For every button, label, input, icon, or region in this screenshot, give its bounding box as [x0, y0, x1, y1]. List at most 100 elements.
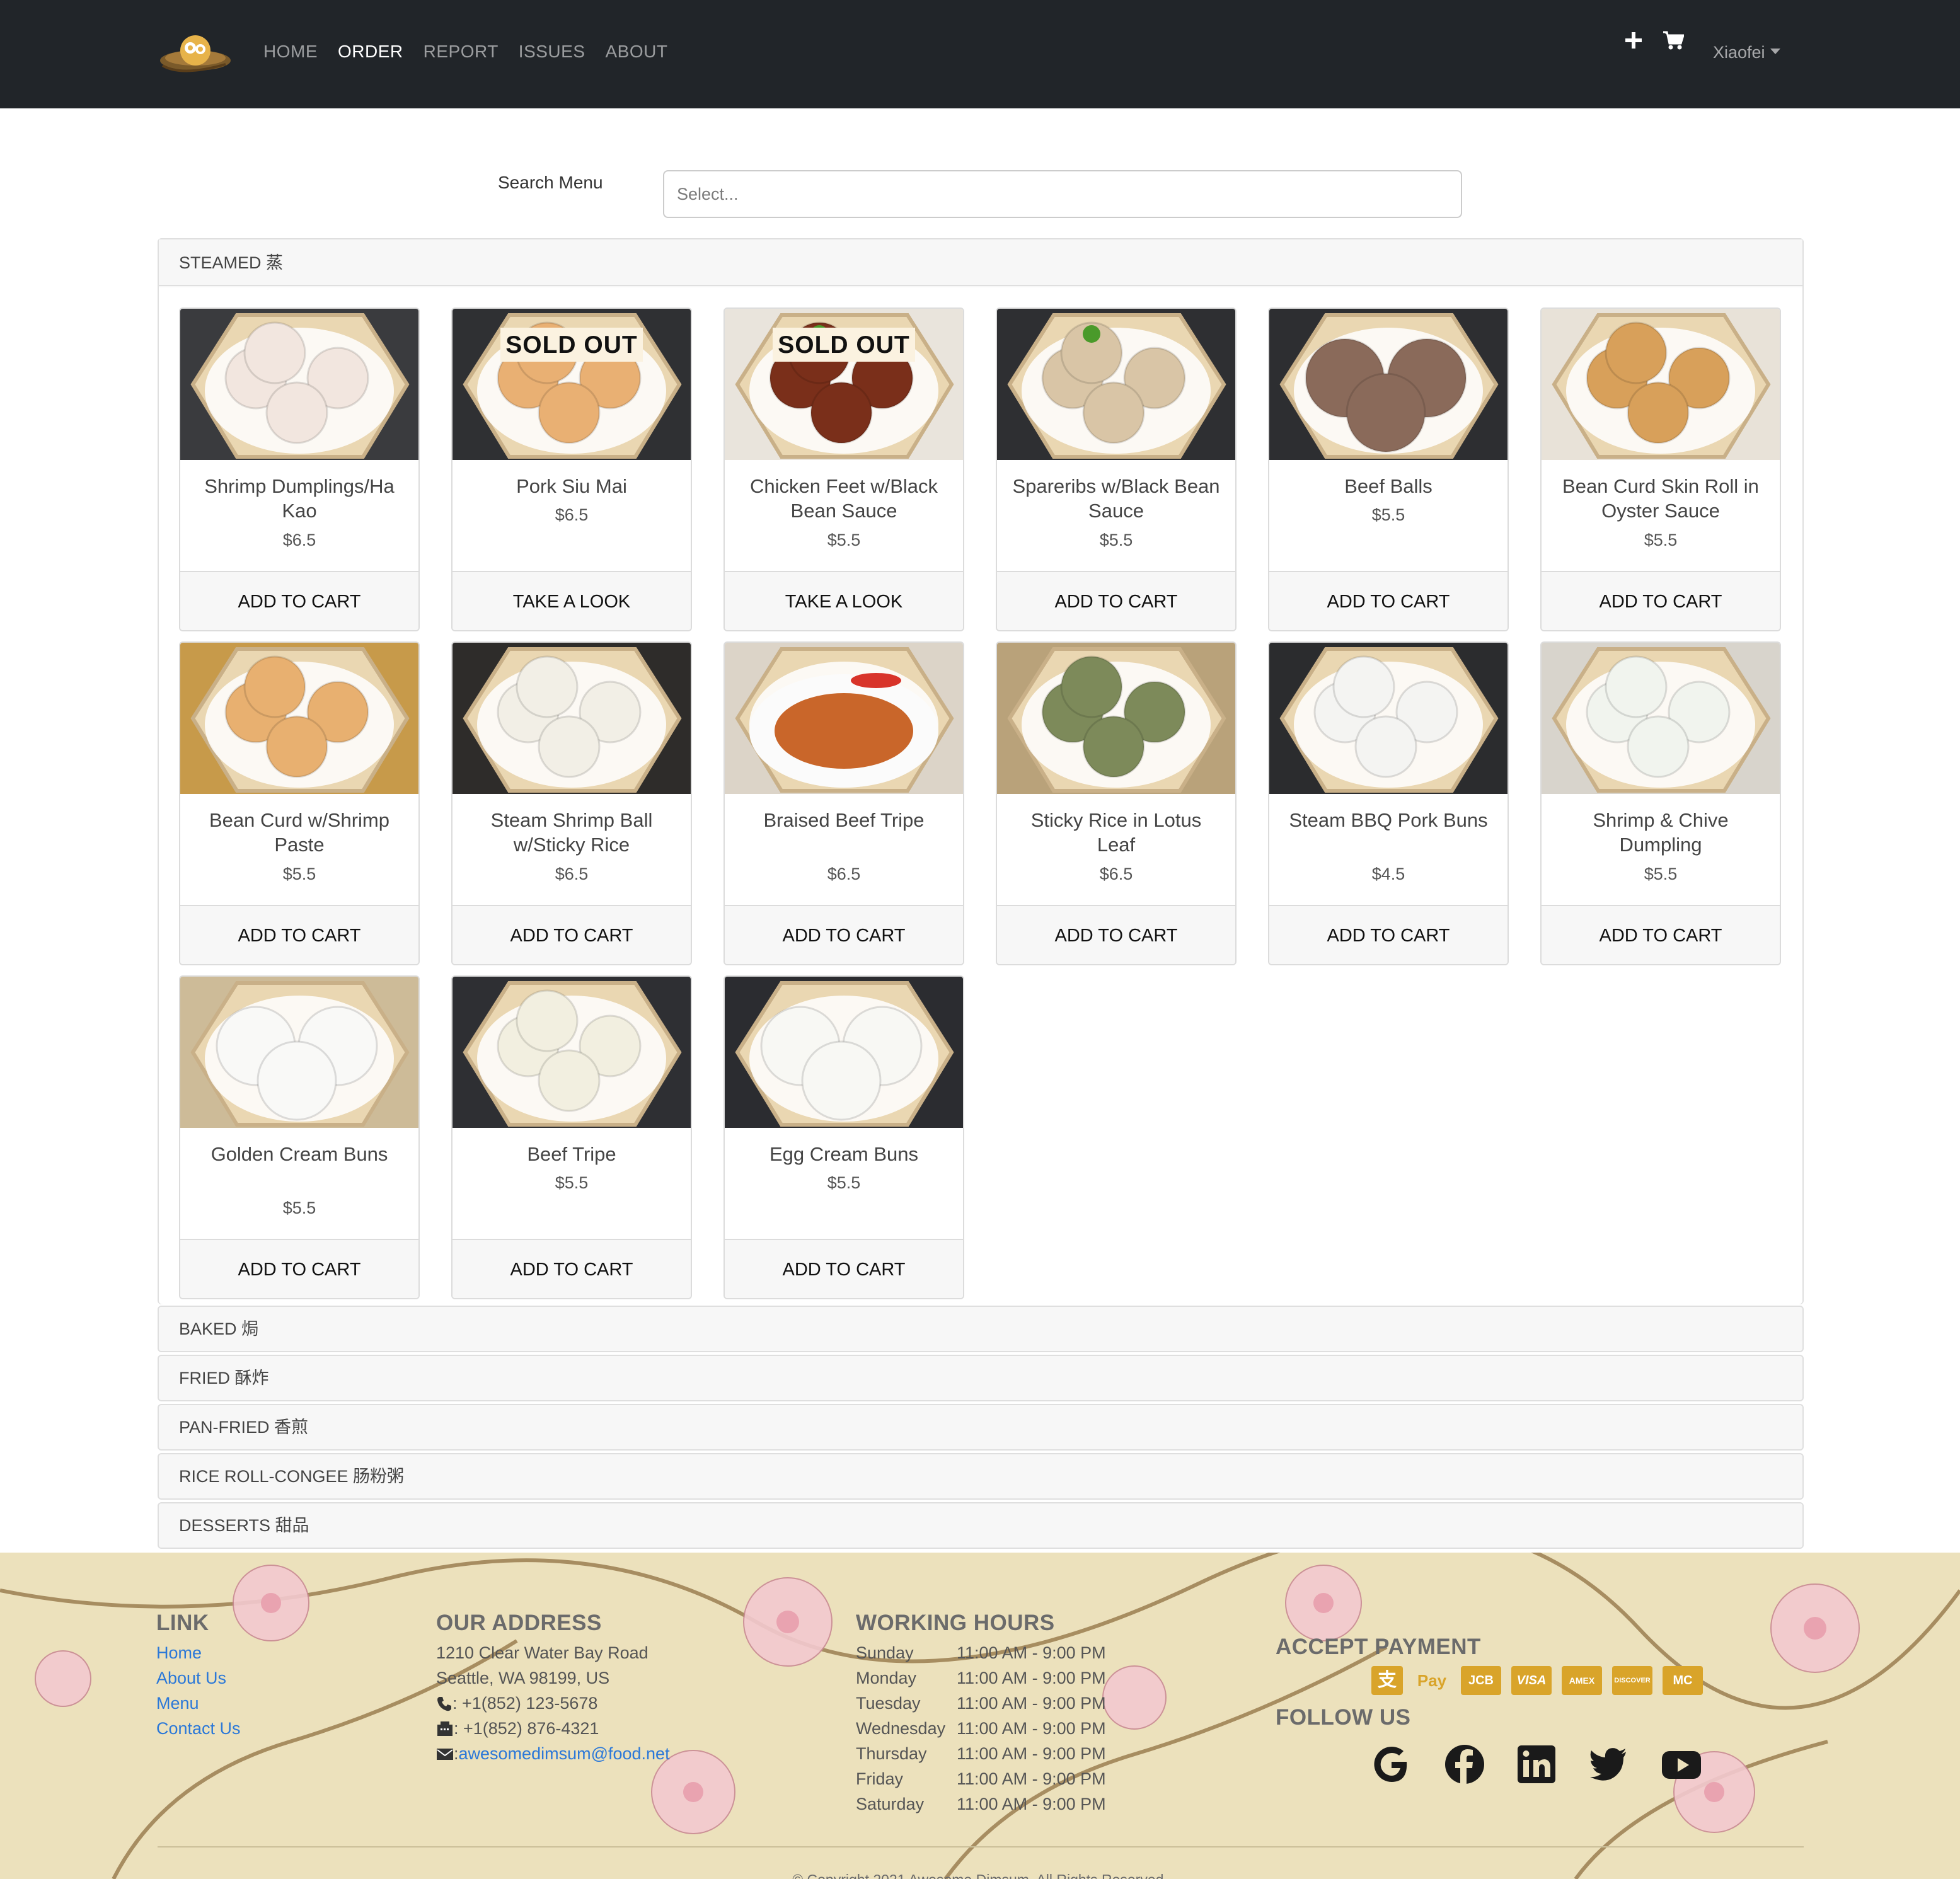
nav-report[interactable]: REPORT	[424, 42, 499, 62]
add-to-cart-button[interactable]: ADD TO CART	[1269, 571, 1507, 630]
alipay-icon: 支	[1371, 1666, 1403, 1695]
nav-about[interactable]: ABOUT	[606, 42, 668, 62]
food-photo[interactable]	[1269, 643, 1507, 794]
take-a-look-button[interactable]: TAKE A LOOK	[725, 571, 963, 630]
item-price: $5.5	[827, 531, 861, 549]
food-photo[interactable]	[725, 643, 963, 794]
twitter-icon[interactable]	[1587, 1743, 1630, 1786]
footer-link-heading: LINK	[156, 1611, 209, 1635]
nav-issues[interactable]: ISSUES	[519, 42, 585, 62]
menu-item-card: Sticky Rice in Lotus Leaf $6.5 ADD TO CART	[996, 641, 1237, 965]
item-price: $5.5	[555, 1173, 589, 1192]
amex-icon: AMEX	[1562, 1666, 1602, 1695]
item-price: $6.5	[827, 865, 861, 883]
nav-order[interactable]: ORDER	[338, 42, 403, 62]
food-photo[interactable]	[180, 643, 418, 794]
food-photo[interactable]	[1269, 309, 1507, 460]
section-header-baked[interactable]: BAKED 焗	[158, 1306, 1804, 1352]
section-header-steamed[interactable]: STEAMED 蒸	[159, 239, 1802, 286]
section-header-fried[interactable]: FRIED 酥炸	[158, 1355, 1804, 1401]
navbar: HOME ORDER REPORT ISSUES ABOUT Xiaofei	[0, 0, 1960, 108]
food-photo[interactable]	[453, 977, 691, 1128]
item-name: Pork Siu Mai	[516, 475, 627, 497]
discover-icon: DISCOVER	[1612, 1666, 1652, 1695]
food-photo[interactable]	[180, 309, 418, 460]
add-to-cart-button[interactable]: ADD TO CART	[1269, 905, 1507, 964]
food-photo[interactable]	[180, 977, 418, 1128]
logo-icon[interactable]	[156, 28, 232, 81]
add-to-cart-button[interactable]: ADD TO CART	[1542, 571, 1780, 630]
phone-number: : +1(852) 123-5678	[453, 1694, 598, 1713]
add-to-cart-button[interactable]: ADD TO CART	[725, 1239, 963, 1298]
food-photo[interactable]	[1542, 643, 1780, 794]
item-price: $5.5	[827, 1173, 861, 1192]
add-to-cart-button[interactable]: ADD TO CART	[180, 1239, 418, 1298]
payment-heading: ACCEPT PAYMENT	[1276, 1635, 1481, 1659]
menu-item-card: Braised Beef Tripe $6.5 ADD TO CART	[723, 641, 964, 965]
footer-link-about[interactable]: About Us	[156, 1669, 226, 1688]
sold-out-badge: SOLD OUT	[773, 328, 915, 362]
food-photo[interactable]	[997, 643, 1235, 794]
menu-item-card: Golden Cream Buns $5.5 ADD TO CART	[179, 975, 420, 1299]
hours-day: Tuesday	[856, 1694, 921, 1713]
menu-item-card: SOLD OUT Chicken Feet w/Black Bean Sauce $…	[723, 307, 964, 631]
envelope-icon	[437, 1748, 453, 1760]
item-price: $5.5	[282, 865, 316, 883]
hours-time: 11:00 AM - 9:00 PM	[957, 1643, 1106, 1662]
user-menu[interactable]: Xiaofei	[1713, 43, 1780, 62]
add-to-cart-button[interactable]: ADD TO CART	[453, 905, 691, 964]
hours-day: Friday	[856, 1769, 904, 1788]
hours-day: Monday	[856, 1669, 917, 1687]
item-price: $5.5	[1371, 505, 1405, 524]
section-header-rice-roll[interactable]: RICE ROLL-CONGEE 肠粉粥	[158, 1453, 1804, 1500]
search-select[interactable]: Select...	[663, 170, 1462, 218]
cart-icon[interactable]	[1663, 30, 1684, 50]
add-to-cart-button[interactable]: ADD TO CART	[1542, 905, 1780, 964]
item-name: Spareribs w/Black Bean Sauce	[1012, 475, 1220, 522]
facebook-icon[interactable]	[1443, 1743, 1486, 1786]
add-to-cart-button[interactable]: ADD TO CART	[997, 905, 1235, 964]
item-name: Shrimp Dumplings/Ha Kao	[204, 475, 395, 522]
menu-item-card: Beef Balls $5.5 ADD TO CART	[1268, 307, 1509, 631]
linkedin-icon[interactable]	[1515, 1743, 1558, 1786]
copyright: © Copyright 2021 Awesome Dimsum. All Rig…	[0, 1871, 1960, 1879]
address-line-1: 1210 Clear Water Bay Road	[436, 1643, 649, 1662]
item-price: $6.5	[1099, 865, 1133, 883]
add-to-cart-button[interactable]: ADD TO CART	[180, 905, 418, 964]
item-name: Beef Balls	[1344, 475, 1433, 497]
item-name: Steam BBQ Pork Buns	[1289, 809, 1488, 831]
section-header-pan-fried[interactable]: PAN-FRIED 香煎	[158, 1404, 1804, 1451]
main-nav: HOME ORDER REPORT ISSUES ABOUT	[263, 42, 667, 62]
youtube-icon[interactable]	[1660, 1743, 1703, 1786]
item-name: Bean Curd Skin Roll in Oyster Sauce	[1562, 475, 1759, 522]
add-to-cart-button[interactable]: ADD TO CART	[453, 1239, 691, 1298]
add-to-cart-button[interactable]: ADD TO CART	[997, 571, 1235, 630]
add-to-cart-button[interactable]: ADD TO CART	[180, 571, 418, 630]
footer-link-contact[interactable]: Contact Us	[156, 1719, 241, 1738]
visa-icon: VISA	[1511, 1666, 1552, 1695]
hours-day: Wednesday	[856, 1719, 946, 1738]
food-photo[interactable]	[1542, 309, 1780, 460]
footer-link-menu[interactable]: Menu	[156, 1694, 199, 1713]
food-photo[interactable]	[997, 309, 1235, 460]
email-link[interactable]: awesomedimsum@food.net	[459, 1744, 670, 1764]
follow-heading: FOLLOW US	[1276, 1705, 1411, 1730]
section-header-desserts[interactable]: DESSERTS 甜品	[158, 1502, 1804, 1549]
add-to-cart-button[interactable]: ADD TO CART	[725, 905, 963, 964]
footer-link-home[interactable]: Home	[156, 1643, 202, 1663]
menu-item-card: SOLD OUT Pork Siu Mai $6.5 TAKE A LOOK	[451, 307, 692, 631]
item-price: $6.5	[555, 505, 589, 524]
address-line-2: Seattle, WA 98199, US	[436, 1669, 610, 1687]
food-photo[interactable]	[453, 643, 691, 794]
fax-icon	[437, 1721, 453, 1736]
take-a-look-button[interactable]: TAKE A LOOK	[453, 571, 691, 630]
item-name: Braised Beef Tripe	[763, 809, 925, 831]
item-price: $6.5	[282, 531, 316, 549]
google-icon[interactable]	[1370, 1743, 1413, 1786]
blossom-background	[0, 1553, 1960, 1879]
item-price: $6.5	[555, 865, 589, 883]
food-photo[interactable]	[725, 977, 963, 1128]
plus-icon[interactable]	[1623, 30, 1644, 50]
hours-time: 11:00 AM - 9:00 PM	[957, 1744, 1106, 1763]
nav-home[interactable]: HOME	[263, 42, 318, 62]
